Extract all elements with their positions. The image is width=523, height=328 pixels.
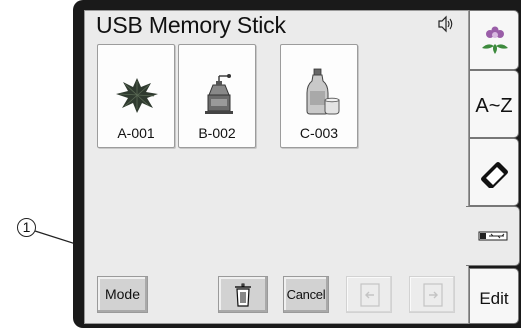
pattern-tile[interactable]: A-001 bbox=[97, 44, 175, 148]
tab-edit-label: Edit bbox=[479, 289, 509, 308]
tab-edit[interactable]: Edit bbox=[469, 268, 519, 324]
callout-number: 1 bbox=[17, 218, 36, 237]
tab-usb[interactable] bbox=[466, 206, 520, 266]
pattern-label: C-003 bbox=[299, 125, 339, 141]
page-title: USB Memory Stick bbox=[96, 12, 286, 38]
pattern-tile[interactable]: B-002 bbox=[178, 44, 256, 148]
tab-pattern[interactable] bbox=[469, 10, 519, 70]
page-prev-button[interactable] bbox=[346, 276, 392, 313]
coffee-grinder-icon bbox=[205, 74, 233, 114]
trash-icon bbox=[235, 283, 251, 307]
eraser-icon bbox=[481, 162, 508, 188]
pattern-label: B-002 bbox=[198, 125, 236, 141]
flower-icon bbox=[482, 26, 508, 54]
page-prev-icon bbox=[360, 283, 380, 307]
bottle-and-cup-icon bbox=[306, 68, 340, 115]
speaker-icon[interactable] bbox=[437, 15, 455, 33]
pattern-tile[interactable]: C-003 bbox=[280, 44, 358, 148]
page-next-button[interactable] bbox=[409, 276, 455, 313]
cancel-button[interactable]: Cancel bbox=[283, 276, 329, 313]
page-next-icon bbox=[423, 283, 443, 307]
usb-icon bbox=[478, 231, 508, 241]
leaf-motif-icon bbox=[116, 78, 158, 113]
tab-alphabet-label: A~Z bbox=[475, 95, 513, 117]
delete-button[interactable] bbox=[218, 276, 268, 313]
pattern-label: A-001 bbox=[117, 125, 155, 141]
tab-alphabet[interactable]: A~Z bbox=[469, 70, 519, 138]
tab-eraser[interactable] bbox=[469, 138, 519, 206]
mode-button[interactable]: Mode bbox=[97, 276, 148, 313]
